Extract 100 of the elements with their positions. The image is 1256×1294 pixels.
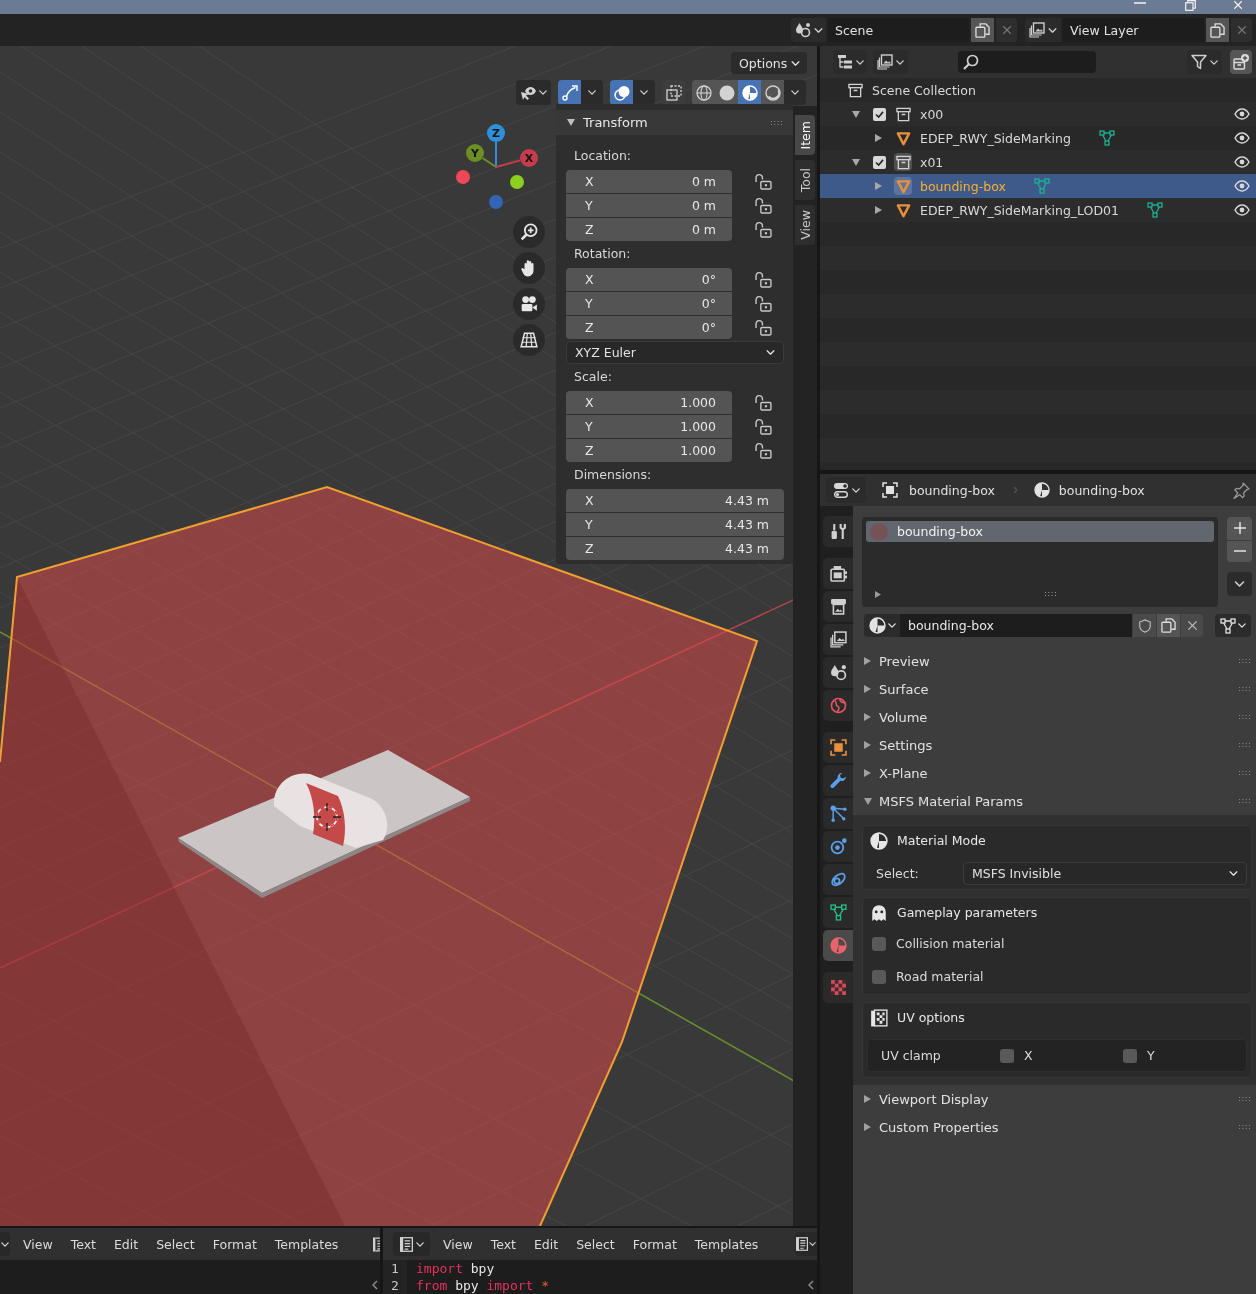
menu-item[interactable]: Select — [576, 1236, 615, 1252]
number-field[interactable]: X 0 m — [566, 170, 732, 193]
drag-handle-icon[interactable] — [771, 120, 782, 125]
properties-tab[interactable] — [823, 624, 853, 655]
scene-type-button[interactable] — [791, 18, 826, 42]
eye-icon[interactable] — [1234, 106, 1250, 122]
maximize-icon[interactable] — [1185, 0, 1196, 11]
open-lock-icon[interactable] — [755, 418, 772, 435]
material-browse-button[interactable] — [864, 614, 900, 637]
number-field[interactable]: Z 4.43 m — [566, 537, 784, 560]
disclosure-triangle-icon[interactable] — [852, 110, 860, 118]
new-collection-button[interactable] — [1230, 50, 1252, 74]
number-field[interactable]: Z 1.000 — [566, 439, 732, 462]
rotation-mode-dropdown[interactable]: XYZ Euler — [566, 341, 784, 364]
outliner-row[interactable]: Scene Collection — [820, 78, 1256, 102]
number-field[interactable]: X 4.43 m — [566, 489, 784, 512]
outliner-row[interactable]: EDEP_RWY_SideMarking_LOD01 — [820, 198, 1256, 222]
drag-handle-icon[interactable] — [1045, 592, 1056, 596]
properties-tab[interactable] — [823, 897, 853, 928]
filter-button[interactable] — [1187, 50, 1222, 74]
checkbox[interactable] — [1123, 1048, 1138, 1063]
panel-header[interactable]: MSFS Material Params — [853, 787, 1256, 815]
close-icon[interactable] — [1233, 0, 1243, 10]
number-field[interactable]: X 1.000 — [566, 391, 732, 414]
properties-tab[interactable] — [823, 558, 853, 589]
disclosure-triangle-icon[interactable] — [875, 182, 882, 190]
disclosure-triangle-icon[interactable] — [875, 134, 882, 142]
remove-slot-button[interactable] — [1227, 539, 1252, 562]
xray-toggle-button[interactable] — [662, 80, 685, 105]
sidebar-tab[interactable]: Tool — [795, 160, 815, 200]
axis-dot-icon[interactable] — [510, 175, 524, 189]
menu-item[interactable]: Format — [212, 1236, 257, 1252]
properties-tab[interactable] — [823, 765, 853, 796]
drag-handle-icon[interactable] — [1239, 659, 1250, 663]
axis-dot-icon[interactable] — [489, 195, 503, 209]
editor-type-button[interactable] — [0, 1232, 10, 1256]
axis-dot-icon[interactable] — [456, 170, 470, 184]
open-lock-icon[interactable] — [755, 271, 772, 288]
duplicate-button[interactable] — [971, 18, 994, 42]
panel-header[interactable]: Settings — [853, 731, 1256, 759]
drag-handle-icon[interactable] — [1239, 1125, 1250, 1129]
menu-item[interactable]: Edit — [533, 1236, 559, 1252]
menu-item[interactable]: Select — [156, 1236, 195, 1252]
open-lock-icon[interactable] — [755, 295, 772, 312]
eye-icon[interactable] — [1234, 202, 1250, 218]
options-button[interactable]: Options — [731, 52, 807, 74]
menu-item[interactable]: Templates — [274, 1236, 339, 1252]
drag-handle-icon[interactable] — [1239, 799, 1250, 803]
view-layer-name-field[interactable]: View Layer — [1063, 18, 1204, 42]
number-field[interactable]: Z 0° — [566, 316, 732, 339]
menu-item[interactable]: Templates — [694, 1236, 759, 1252]
material-slot[interactable]: bounding-box — [866, 521, 1214, 542]
remove-button[interactable] — [996, 18, 1017, 42]
number-field[interactable]: Z 0 m — [566, 218, 732, 241]
view-layer-filter-button[interactable] — [873, 50, 908, 74]
properties-tab[interactable] — [823, 591, 853, 622]
shading-button[interactable] — [738, 80, 761, 105]
panel-header[interactable]: X-Plane — [853, 759, 1256, 787]
add-slot-button[interactable] — [1227, 517, 1252, 540]
remove-button[interactable] — [1231, 18, 1252, 42]
document-icon[interactable] — [373, 1236, 380, 1252]
link-dropdown-button[interactable] — [1215, 614, 1251, 637]
properties-tab[interactable] — [823, 864, 853, 895]
number-field[interactable]: X 0° — [566, 268, 732, 291]
menu-item[interactable]: Format — [632, 1236, 677, 1252]
panel-header[interactable]: Viewport Display — [853, 1085, 1256, 1113]
material-name-field[interactable]: bounding-box — [900, 614, 1132, 637]
outliner-row[interactable]: EDEP_RWY_SideMarking — [820, 126, 1256, 150]
editor-type-button[interactable] — [393, 1232, 430, 1256]
open-lock-icon[interactable] — [755, 173, 772, 190]
axis-ball[interactable]: Z — [487, 124, 505, 142]
disclosure-triangle-icon[interactable] — [875, 590, 881, 598]
vertex-triangle-icon[interactable] — [1098, 130, 1115, 146]
menu-item[interactable]: Text — [490, 1236, 516, 1252]
menu-item[interactable]: Text — [70, 1236, 96, 1252]
drag-handle-icon[interactable] — [1239, 715, 1250, 719]
checkbox[interactable] — [873, 107, 886, 121]
number-field[interactable]: Y 0 m — [566, 194, 732, 217]
open-lock-icon[interactable] — [755, 442, 772, 459]
checkbox[interactable] — [872, 969, 886, 984]
properties-tab[interactable] — [823, 516, 853, 547]
number-field[interactable]: Y 4.43 m — [566, 513, 784, 536]
drag-handle-icon[interactable] — [1239, 1097, 1250, 1101]
panel-header[interactable]: Volume — [853, 703, 1256, 731]
drag-handle-icon[interactable] — [1239, 687, 1250, 691]
shading-button[interactable] — [715, 80, 738, 105]
outliner-row[interactable]: x01 — [820, 150, 1256, 174]
panel-header[interactable]: Preview — [853, 647, 1256, 675]
checkbox[interactable] — [1000, 1048, 1015, 1063]
eye-icon[interactable] — [1234, 178, 1250, 194]
open-lock-icon[interactable] — [755, 394, 772, 411]
properties-tab[interactable] — [823, 831, 853, 862]
chevron-left-icon[interactable] — [372, 1280, 378, 1290]
shading-button[interactable] — [692, 80, 715, 105]
disclosure-triangle-icon[interactable] — [852, 158, 860, 166]
checkbox[interactable] — [872, 936, 886, 951]
selectability-dropdown[interactable] — [516, 80, 551, 105]
properties-tab[interactable] — [823, 732, 853, 763]
drag-handle-icon[interactable] — [1239, 771, 1250, 775]
overlay-toggle-button[interactable] — [610, 80, 633, 105]
